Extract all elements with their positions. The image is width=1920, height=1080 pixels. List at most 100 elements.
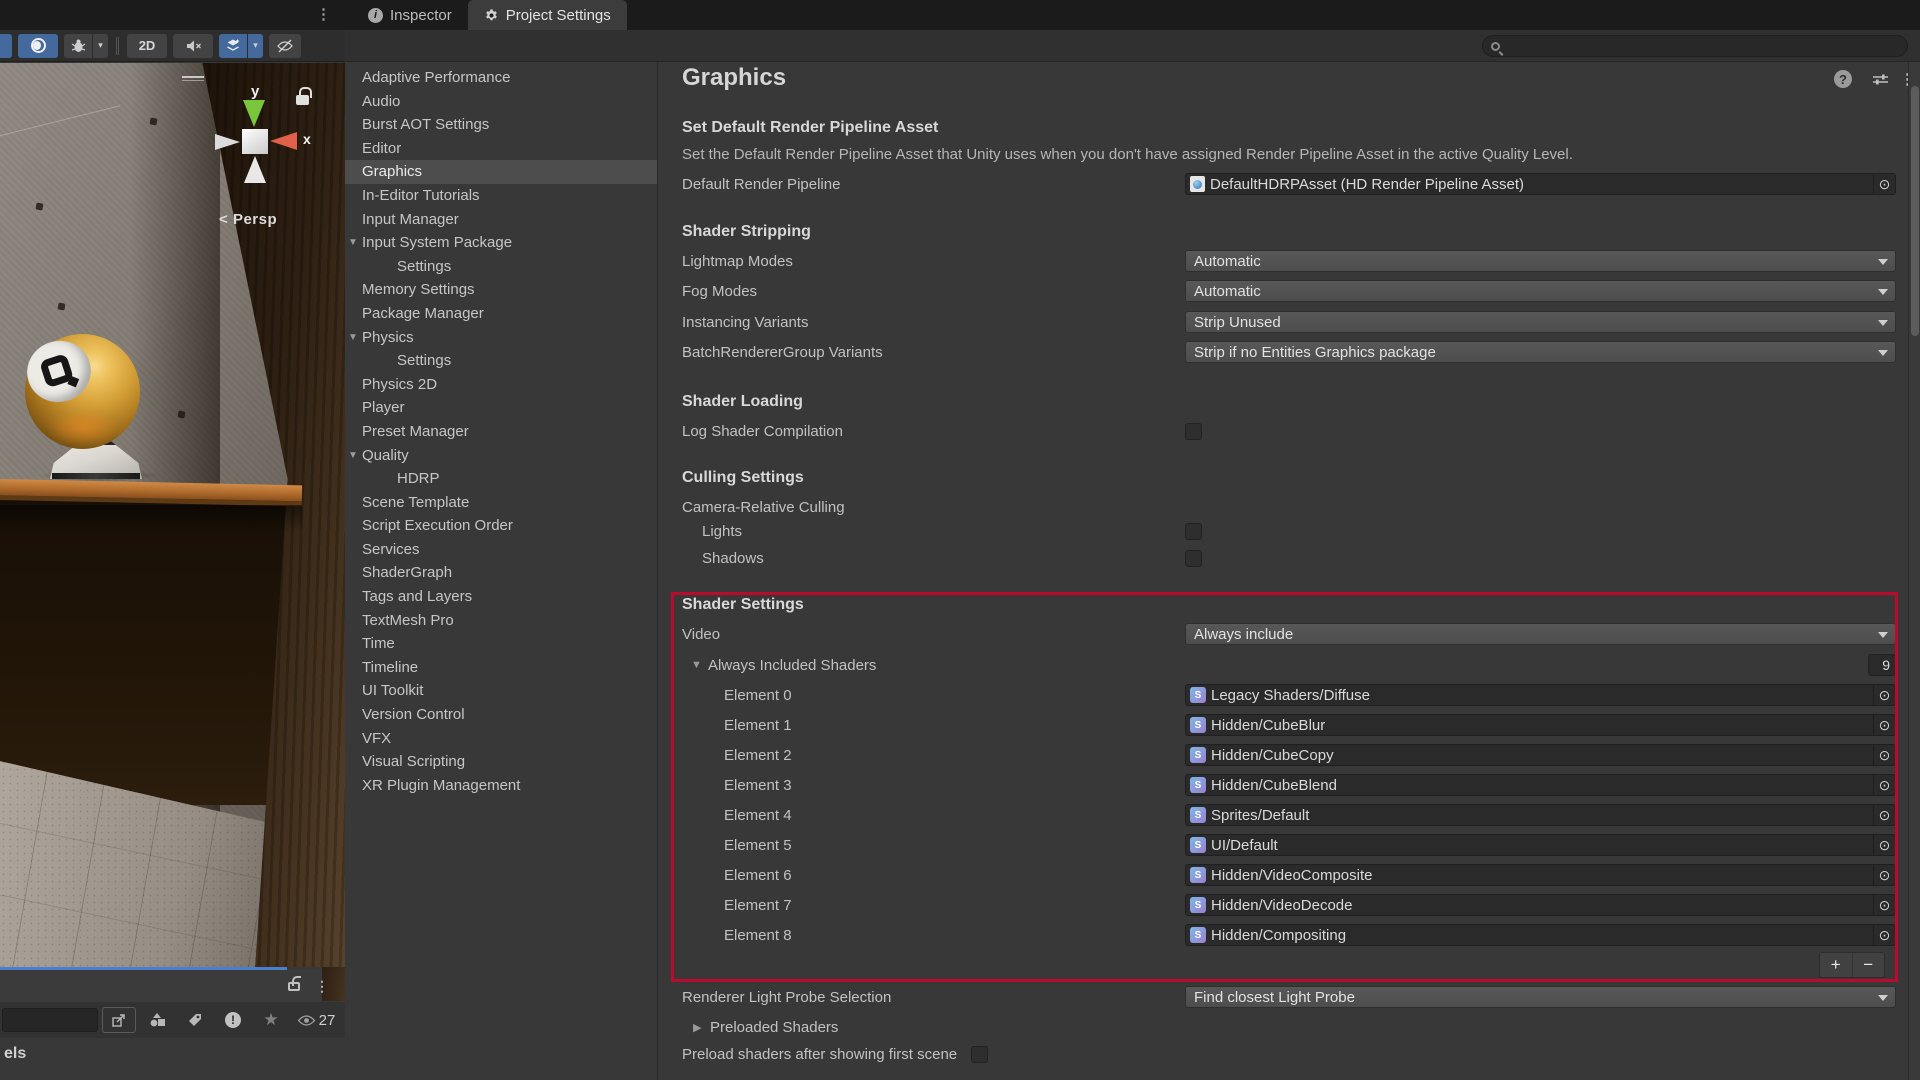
sidebar-item[interactable]: Services <box>345 538 657 562</box>
foldout-triangle-icon[interactable]: ▼ <box>348 231 361 255</box>
sidebar-item[interactable]: Audio <box>345 90 657 114</box>
audio-mute-button[interactable] <box>173 34 213 58</box>
lightmap-modes-dropdown[interactable]: Automatic <box>1185 250 1896 272</box>
remove-element-button[interactable]: − <box>1853 953 1885 977</box>
draw-mode-button-partial[interactable] <box>0 34 12 58</box>
gizmo-x-axis-cone[interactable] <box>270 132 297 150</box>
sidebar-item[interactable]: Player <box>345 396 657 420</box>
scene-visibility-button[interactable] <box>269 34 301 58</box>
unlock-icon[interactable] <box>288 982 300 991</box>
lights-culling-checkbox[interactable] <box>1185 523 1202 540</box>
object-picker-icon[interactable]: ⊙ <box>1873 895 1895 915</box>
sidebar-item[interactable]: Tags and Layers <box>345 585 657 609</box>
object-picker-icon[interactable]: ⊙ <box>1873 715 1895 735</box>
instancing-variants-dropdown[interactable]: Strip Unused <box>1185 311 1896 333</box>
sidebar-item[interactable]: Editor <box>345 137 657 161</box>
sidebar-item[interactable]: Package Manager <box>345 302 657 326</box>
sidebar-item[interactable]: HDRP <box>345 467 657 491</box>
panel-kebab-icon[interactable]: ⋮ <box>315 978 329 995</box>
tab-project-settings[interactable]: Project Settings <box>468 0 627 30</box>
preload-after-scene-checkbox[interactable] <box>971 1046 988 1063</box>
sidebar-item[interactable]: Input Manager <box>345 208 657 232</box>
object-picker-icon[interactable]: ⊙ <box>1873 865 1895 885</box>
sidebar-item[interactable]: Settings <box>345 255 657 279</box>
sidebar-item[interactable]: Burst AOT Settings <box>345 113 657 137</box>
object-picker-icon[interactable]: ⊙ <box>1873 925 1895 945</box>
object-picker-icon[interactable]: ⊙ <box>1873 835 1895 855</box>
sidebar-item[interactable]: Adaptive Performance <box>345 66 657 90</box>
log-shader-compilation-checkbox[interactable] <box>1185 423 1202 440</box>
sidebar-item[interactable]: In-Editor Tutorials <box>345 184 657 208</box>
sidebar-item[interactable]: TextMesh Pro <box>345 609 657 633</box>
sidebar-item[interactable]: ShaderGraph <box>345 561 657 585</box>
object-picker-icon[interactable]: ⊙ <box>1873 805 1895 825</box>
array-size-field[interactable]: 9 <box>1868 654 1896 676</box>
shadows-culling-checkbox[interactable] <box>1185 550 1202 567</box>
gizmo-center-cube[interactable] <box>242 129 268 154</box>
presets-icon[interactable] <box>1872 72 1889 87</box>
sidebar-item[interactable]: Time <box>345 632 657 656</box>
sidebar-item[interactable]: UI Toolkit <box>345 679 657 703</box>
video-shaders-dropdown[interactable]: Always include <box>1185 623 1896 645</box>
gizmo-front-cone[interactable] <box>244 156 266 183</box>
sidebar-item[interactable]: Physics 2D <box>345 373 657 397</box>
tab-inspector[interactable]: i Inspector <box>352 0 468 30</box>
foldout-triangle-icon[interactable]: ▼ <box>348 326 361 350</box>
shader-object-field[interactable]: S Hidden/VideoComposite ⊙ <box>1185 864 1896 886</box>
scene-menu-kebab-icon[interactable]: ⋮ <box>316 5 331 23</box>
effects-button[interactable] <box>219 34 247 58</box>
gizmo-z-axis-cone[interactable] <box>215 134 240 150</box>
visibility-counter[interactable]: 27 <box>292 1007 340 1033</box>
foldout-triangle-icon[interactable]: ▼ <box>348 444 361 468</box>
debug-dropdown-button[interactable]: ▾ <box>92 34 108 58</box>
gizmo-y-axis-cone[interactable] <box>243 100 265 127</box>
maximize-button[interactable] <box>102 1007 136 1033</box>
shader-object-field[interactable]: S Hidden/CubeCopy ⊙ <box>1185 744 1896 766</box>
2d-toggle-button[interactable]: 2D <box>127 34 167 58</box>
sidebar-item[interactable]: Memory Settings <box>345 278 657 302</box>
foldout-closed-icon[interactable]: ▶ <box>693 1021 710 1034</box>
fog-modes-dropdown[interactable]: Automatic <box>1185 280 1896 302</box>
shader-object-field[interactable]: S Sprites/Default ⊙ <box>1185 804 1896 826</box>
asset-field[interactable] <box>2 1008 98 1032</box>
sidebar-item[interactable]: Graphics <box>345 160 657 184</box>
shader-object-field[interactable]: S Hidden/CubeBlur ⊙ <box>1185 714 1896 736</box>
sidebar-item[interactable]: VFX <box>345 727 657 751</box>
sidebar-item[interactable]: Timeline <box>345 656 657 680</box>
labels-button[interactable] <box>178 1007 212 1033</box>
sidebar-item[interactable]: XR Plugin Management <box>345 774 657 798</box>
orientation-gizmo[interactable]: y x < Persp <box>215 83 325 263</box>
help-icon[interactable]: ? <box>1834 70 1852 88</box>
object-picker-icon[interactable]: ⊙ <box>1873 745 1895 765</box>
warnings-button[interactable]: ! <box>216 1007 250 1033</box>
sidebar-item[interactable]: ▼ Quality <box>345 444 657 468</box>
gizmos-button[interactable] <box>140 1007 174 1033</box>
sidebar-item[interactable]: Script Execution Order <box>345 514 657 538</box>
light-probe-dropdown[interactable]: Find closest Light Probe <box>1185 986 1896 1008</box>
foldout-label[interactable]: Always Included Shaders <box>708 657 1185 674</box>
add-element-button[interactable]: + <box>1820 953 1853 977</box>
search-input[interactable] <box>1482 35 1908 57</box>
shader-object-field[interactable]: S UI/Default ⊙ <box>1185 834 1896 856</box>
object-picker-icon[interactable]: ⊙ <box>1873 685 1895 705</box>
shader-object-field[interactable]: S Hidden/VideoDecode ⊙ <box>1185 894 1896 916</box>
favorites-button[interactable]: ★ <box>254 1007 288 1033</box>
shader-object-field[interactable]: S Hidden/Compositing ⊙ <box>1185 924 1896 946</box>
sidebar-item[interactable]: ▼ Input System Package <box>345 231 657 255</box>
gizmo-lock-icon[interactable] <box>296 95 309 105</box>
shader-object-field[interactable]: S Hidden/CubeBlend ⊙ <box>1185 774 1896 796</box>
lighting-toggle-button[interactable] <box>18 34 58 58</box>
debug-bug-button[interactable] <box>64 34 92 58</box>
sidebar-item[interactable]: Settings <box>345 349 657 373</box>
object-picker-icon[interactable]: ⊙ <box>1873 775 1895 795</box>
object-picker-icon[interactable]: ⊙ <box>1873 174 1895 194</box>
brg-variants-dropdown[interactable]: Strip if no Entities Graphics package <box>1185 341 1896 363</box>
sidebar-item[interactable]: ▼ Physics <box>345 326 657 350</box>
vertical-scrollbar[interactable] <box>1908 62 1920 1080</box>
scrollbar-thumb[interactable] <box>1911 86 1919 336</box>
projection-toggle[interactable]: < Persp <box>219 211 277 228</box>
render-pipeline-object-field[interactable]: DefaultHDRPAsset (HD Render Pipeline Ass… <box>1185 173 1896 195</box>
sidebar-item[interactable]: Version Control <box>345 703 657 727</box>
sidebar-item[interactable]: Visual Scripting <box>345 750 657 774</box>
sidebar-item[interactable]: Preset Manager <box>345 420 657 444</box>
